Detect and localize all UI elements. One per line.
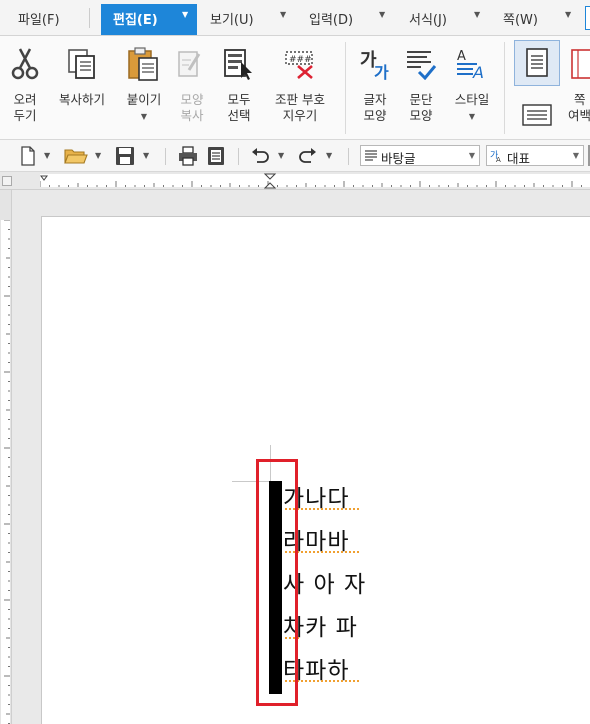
- clear-marks-label-2: 지우기: [282, 108, 318, 123]
- toolbar-separator-3: [348, 148, 349, 165]
- menu-edit[interactable]: 편집(E): [113, 9, 158, 28]
- ruler-corner-tab-selector[interactable]: [2, 176, 12, 186]
- para-shape-icon: [407, 51, 437, 80]
- indent-marker-icon[interactable]: [264, 173, 276, 189]
- page-margin-label-2: 여백: [568, 108, 590, 123]
- copy-button[interactable]: 복사하기: [50, 40, 114, 132]
- new-document-icon[interactable]: [20, 146, 36, 166]
- font-combo-dropdown-icon[interactable]: ▼: [573, 151, 579, 160]
- select-all-label-2: 선택: [227, 108, 251, 123]
- menu-file[interactable]: 파일(F): [18, 9, 60, 28]
- menu-format[interactable]: 서식(J): [409, 9, 447, 28]
- open-dropdown-icon[interactable]: ▼: [95, 151, 101, 160]
- style-button[interactable]: A A 스타일 ▼: [446, 40, 498, 132]
- ribbon-separator-2: [504, 42, 505, 134]
- font-icon: 가 A: [490, 150, 501, 163]
- scissors-icon: [11, 48, 39, 80]
- svg-text:###: ###: [289, 55, 312, 65]
- paragraph-style-icon: [365, 150, 377, 161]
- menu-edit-active[interactable]: 편집(E) ▼: [101, 4, 197, 35]
- menu-insert-dropdown-icon[interactable]: ▼: [379, 10, 385, 19]
- menu-view[interactable]: 보기(U): [210, 9, 254, 28]
- format-copy-label-2: 복사: [180, 108, 204, 123]
- cut-label-2: 두기: [13, 108, 37, 123]
- char-shape-label-1: 글자: [363, 92, 387, 107]
- paste-dropdown-icon[interactable]: ▼: [118, 112, 170, 122]
- font-combo[interactable]: 가 A 대표 ▼: [486, 145, 584, 166]
- select-all-label-1: 모두: [227, 92, 251, 107]
- format-painter-icon: [178, 51, 201, 77]
- menu-page-dropdown-icon[interactable]: ▼: [565, 10, 571, 19]
- menu-page[interactable]: 쪽(W): [503, 9, 538, 28]
- page-margin-label-1: 쪽: [574, 92, 586, 107]
- menu-edge-box: [585, 6, 590, 30]
- format-copy-label-1: 모양: [180, 92, 204, 107]
- redo-dropdown-icon[interactable]: ▼: [326, 151, 332, 160]
- style-dropdown-icon[interactable]: ▼: [446, 112, 498, 122]
- para-shape-label-2: 모양: [409, 108, 433, 123]
- save-disk-icon[interactable]: [115, 146, 135, 166]
- ribbon-separator: [345, 42, 346, 134]
- menu-bar: 파일(F) 편집(E) ▼ 보기(U) ▼ 입력(D) ▼ 서식(J) ▼ 쪽(…: [0, 0, 590, 36]
- menu-edit-dropdown-icon[interactable]: ▼: [182, 10, 188, 19]
- menu-view-dropdown-icon[interactable]: ▼: [280, 10, 286, 19]
- left-margin-marker-icon[interactable]: [40, 175, 48, 187]
- paste-clipboard-icon: [128, 47, 158, 81]
- style-icon: A A: [457, 49, 484, 80]
- undo-icon[interactable]: [250, 146, 270, 166]
- clear-marks-icon: ###: [285, 51, 313, 79]
- select-all-icon: [224, 49, 252, 80]
- document-page[interactable]: [41, 216, 590, 724]
- print-preview-icon[interactable]: [206, 146, 226, 166]
- style-combo[interactable]: 바탕글 ▼: [360, 145, 480, 166]
- page-margin-button[interactable]: 쪽 여백: [564, 40, 590, 132]
- single-page-icon: [526, 48, 548, 77]
- save-dropdown-icon[interactable]: ▼: [143, 151, 149, 160]
- print-icon[interactable]: [178, 146, 198, 166]
- horizontal-ruler[interactable]: [0, 172, 590, 190]
- menu-format-dropdown-icon[interactable]: ▼: [474, 10, 480, 19]
- char-shape-label-2: 모양: [363, 108, 387, 123]
- style-label: 스타일: [454, 92, 490, 107]
- redo-icon[interactable]: [298, 146, 318, 166]
- para-shape-button[interactable]: 문단 모양: [400, 40, 442, 132]
- open-folder-icon[interactable]: [64, 147, 88, 165]
- svg-text:A: A: [496, 156, 501, 163]
- format-copy-button[interactable]: 모양 복사: [172, 40, 212, 132]
- para-shape-label-1: 문단: [409, 92, 433, 107]
- svg-text:가: 가: [374, 63, 389, 80]
- new-dropdown-icon[interactable]: ▼: [44, 151, 50, 160]
- clear-marks-button[interactable]: ### 조판 부호 지우기: [264, 40, 336, 132]
- highlight-annotation-box: [256, 459, 298, 706]
- clear-marks-label-1: 조판 부호: [275, 92, 325, 107]
- copy-label: 복사하기: [58, 92, 105, 107]
- cut-button[interactable]: 오려 두기: [4, 40, 46, 132]
- toolbar-separator-2: [238, 148, 239, 165]
- cut-label-1: 오려: [13, 92, 37, 107]
- char-shape-icon: 가 가: [360, 50, 389, 80]
- style-combo-value: 바탕글: [381, 151, 416, 166]
- page-view-button[interactable]: [514, 40, 560, 86]
- undo-dropdown-icon[interactable]: ▼: [278, 151, 284, 160]
- ribbon: 오려 두기 복사하기 붙이기 ▼ 모양 복사 모두 선택 ### 조판 부호 지…: [0, 36, 590, 140]
- quick-toolbar: ▼ ▼ ▼ ▼ ▼ 바탕글 ▼ 가 A 대표 ▼: [0, 140, 590, 172]
- vertical-ruler-ticks: [4, 220, 10, 724]
- copy-icon: [68, 49, 95, 79]
- menu-separator: [89, 8, 90, 28]
- font-combo-value: 대표: [507, 151, 531, 166]
- char-shape-button[interactable]: 가 가 글자 모양: [354, 40, 396, 132]
- paste-button[interactable]: 붙이기 ▼: [118, 40, 170, 132]
- svg-text:A: A: [457, 49, 466, 64]
- page-landscape-button[interactable]: [518, 100, 556, 128]
- vertical-ruler[interactable]: [0, 190, 12, 724]
- menu-insert[interactable]: 입력(D): [309, 9, 353, 28]
- svg-text:A: A: [472, 63, 484, 80]
- ruler-ticks: [40, 181, 582, 187]
- style-combo-dropdown-icon[interactable]: ▼: [469, 151, 475, 160]
- paste-label: 붙이기: [126, 92, 162, 107]
- toolbar-separator: [165, 148, 166, 165]
- select-all-button[interactable]: 모두 선택: [218, 40, 260, 132]
- landscape-page-icon: [522, 104, 552, 126]
- page-margin-icon: [571, 49, 590, 79]
